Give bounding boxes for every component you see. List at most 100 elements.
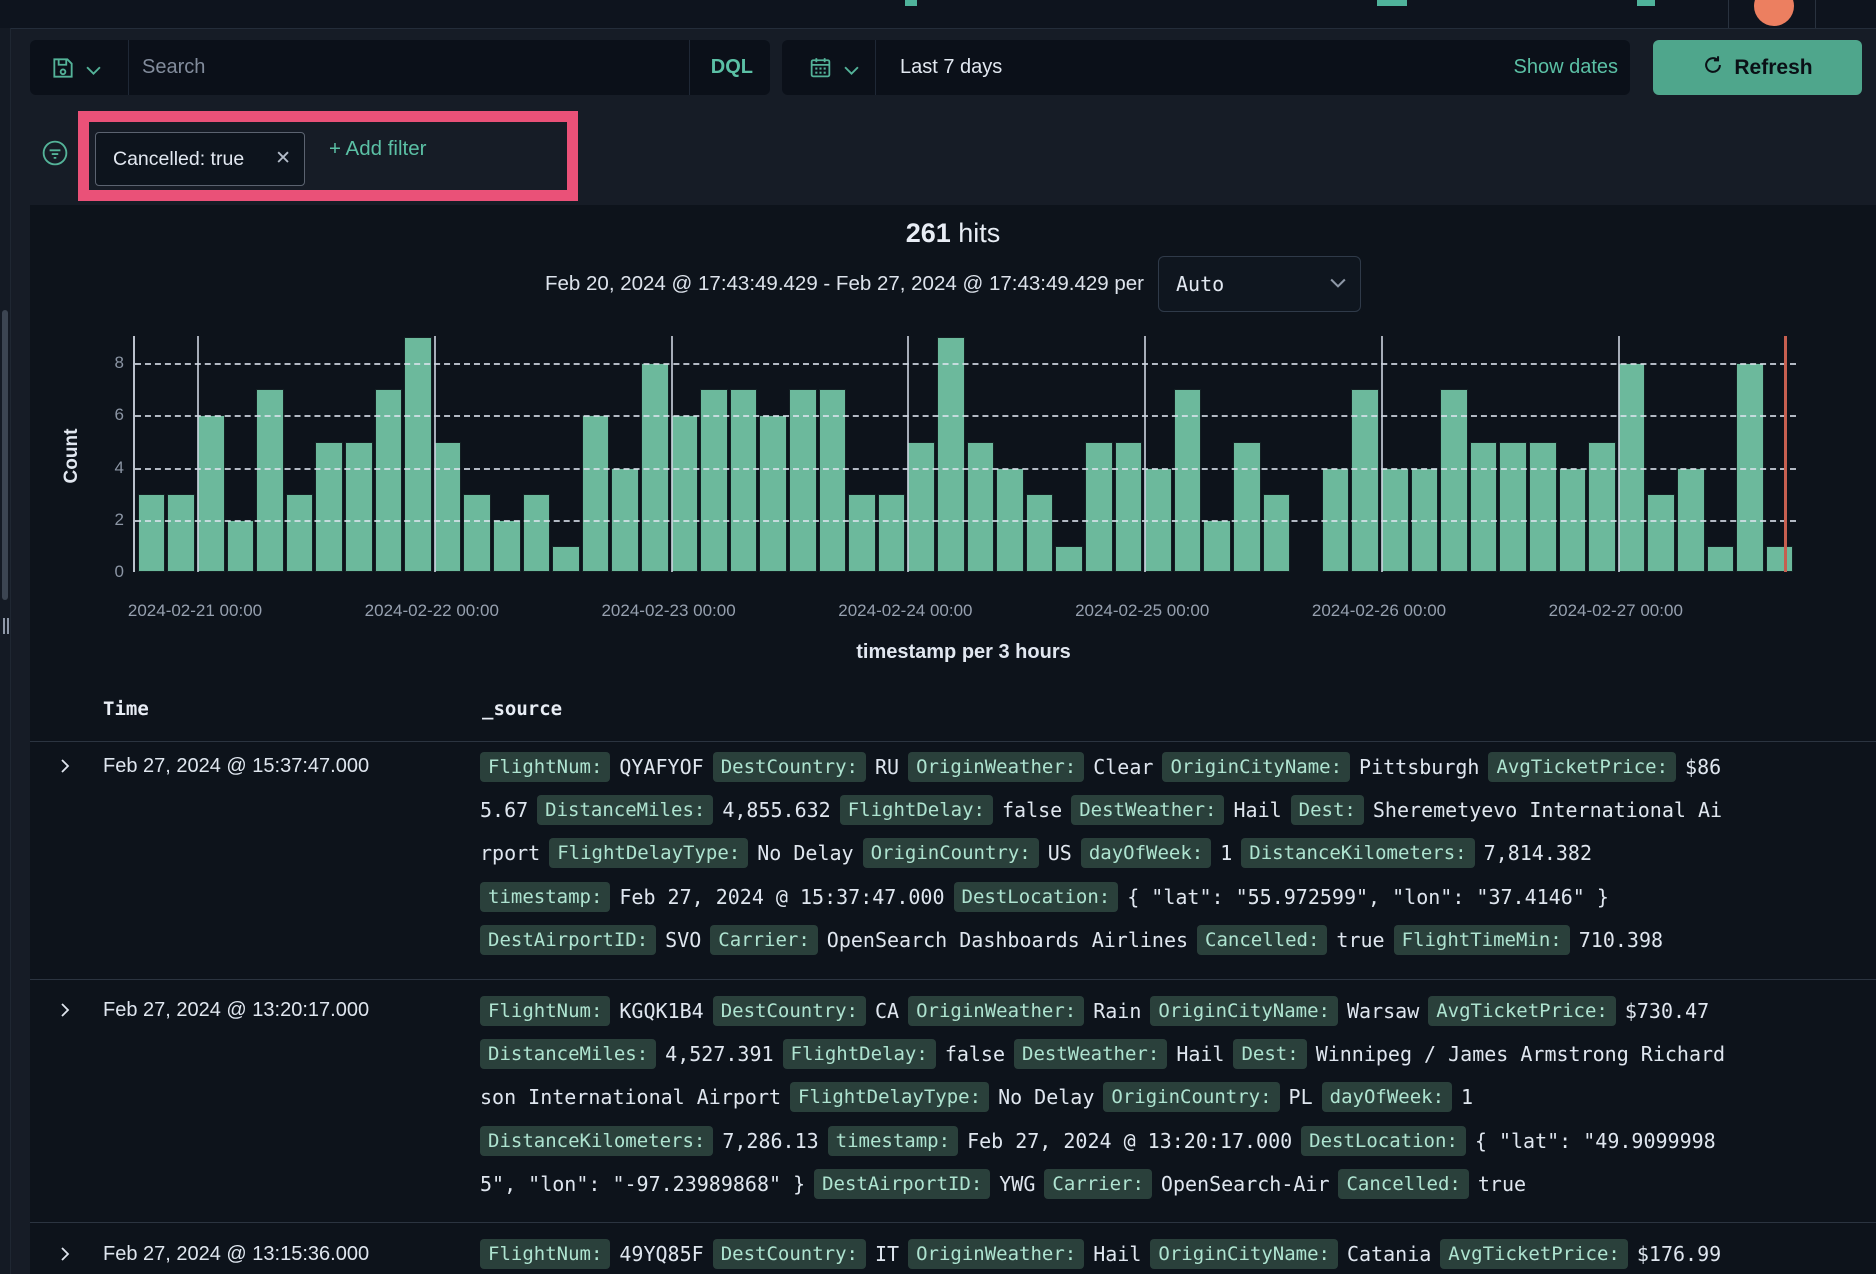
field-name-badge: DestAirportID:	[814, 1169, 990, 1199]
histogram-plot[interactable]	[133, 336, 1796, 572]
filter-funnel-icon[interactable]	[42, 140, 68, 171]
y-axis-title: Count	[61, 416, 83, 496]
histogram-bar[interactable]	[1470, 442, 1498, 572]
nav-accent-sliver	[905, 0, 917, 6]
field-value: 49YQ85F	[619, 1242, 703, 1266]
date-picker-chevron-down-icon[interactable]	[844, 63, 859, 81]
field-name-badge: FlightDelayType:	[790, 1082, 989, 1112]
histogram-bar[interactable]	[1203, 520, 1231, 572]
current-time-marker	[1784, 336, 1787, 572]
field-name-badge: AvgTicketPrice:	[1488, 752, 1676, 782]
histogram-bar[interactable]	[848, 494, 876, 572]
refresh-button[interactable]: Refresh	[1653, 40, 1862, 95]
row-source: FlightNum:49YQ85FDestCountry:ITOriginWea…	[480, 1233, 1876, 1274]
histogram-bar[interactable]	[227, 520, 255, 572]
field-name-badge: FlightNum:	[480, 1239, 610, 1269]
field-value: CA	[875, 999, 899, 1023]
field-name-badge: OriginWeather:	[908, 1239, 1084, 1269]
column-header-time[interactable]: Time	[103, 698, 149, 720]
field-name-badge: timestamp:	[480, 882, 610, 912]
histogram-bar[interactable]	[1707, 546, 1735, 572]
histogram-bar[interactable]	[345, 442, 373, 572]
histogram-bar[interactable]	[1026, 494, 1054, 572]
histogram-bar[interactable]	[315, 442, 343, 572]
nav-accent-sliver	[1637, 0, 1655, 6]
field-value: Sheremetyevo International Ai	[1373, 798, 1722, 822]
date-range-value[interactable]: Last 7 days	[900, 40, 1002, 95]
field-value: Hail	[1093, 1242, 1141, 1266]
gridline	[135, 415, 1796, 417]
field-value: No Delay	[757, 841, 853, 865]
filter-chip-cancelled-true[interactable]: Cancelled: true ✕	[95, 132, 305, 186]
day-boundary-line	[1144, 336, 1146, 572]
discover-app: Search DQL Last 7 days Show dates Refres…	[0, 0, 1876, 1274]
histogram-bar[interactable]	[138, 494, 166, 572]
time-range-text: Feb 20, 2024 @ 17:43:49.429 - Feb 27, 20…	[545, 272, 1144, 296]
save-query-chevron-down-icon[interactable]	[86, 63, 101, 81]
y-tick-label: 6	[90, 405, 124, 425]
histogram-bar[interactable]	[1115, 442, 1143, 572]
user-avatar[interactable]	[1754, 0, 1794, 26]
row-divider	[30, 979, 1876, 980]
expand-row-chevron-icon[interactable]	[57, 1246, 73, 1262]
histogram-bar[interactable]	[937, 337, 965, 572]
field-value: 7,286.13	[722, 1129, 818, 1153]
expand-row-chevron-icon[interactable]	[57, 1002, 73, 1018]
histogram-bar[interactable]	[759, 415, 787, 572]
field-value: OpenSearch Dashboards Airlines	[827, 928, 1188, 952]
histogram-bar[interactable]	[1647, 494, 1675, 572]
field-value: 1	[1461, 1085, 1473, 1109]
column-header-source[interactable]: _source	[482, 698, 562, 720]
histogram-bar[interactable]	[434, 442, 462, 572]
field-value: US	[1048, 841, 1072, 865]
histogram-bar[interactable]	[493, 520, 521, 572]
y-tick-label: 2	[90, 510, 124, 530]
histogram-bar[interactable]	[907, 442, 935, 572]
field-name-badge: OriginCountry:	[1103, 1082, 1279, 1112]
histogram-bar[interactable]	[671, 415, 699, 572]
add-filter-button[interactable]: + Add filter	[329, 137, 426, 161]
field-name-badge: FlightDelay:	[783, 1039, 936, 1069]
row-source: FlightNum:KGQK1B4DestCountry:CAOriginWea…	[480, 989, 1876, 1206]
histogram-bar[interactable]	[167, 494, 195, 572]
histogram-bar[interactable]	[967, 442, 995, 572]
sidebar-collapse-handle[interactable]	[3, 618, 11, 636]
scrollbar-thumb[interactable]	[2, 310, 8, 600]
histogram-bar[interactable]	[1263, 494, 1291, 572]
histogram-bar[interactable]	[1085, 442, 1113, 572]
histogram-bar[interactable]	[1499, 442, 1527, 572]
histogram-bar[interactable]	[1766, 546, 1794, 572]
field-value: Warsaw	[1347, 999, 1419, 1023]
histogram-bar[interactable]	[404, 337, 432, 572]
histogram-bar[interactable]	[523, 494, 551, 572]
field-name-badge: OriginCountry:	[863, 838, 1039, 868]
y-tick-label: 8	[90, 353, 124, 373]
interval-select[interactable]: Auto	[1158, 256, 1361, 312]
refresh-icon	[1702, 54, 1724, 82]
histogram-bar[interactable]	[582, 415, 610, 572]
field-name-badge: dayOfWeek:	[1322, 1082, 1452, 1112]
filter-chip-close-icon[interactable]: ✕	[275, 133, 291, 185]
refresh-label: Refresh	[1734, 56, 1812, 80]
calendar-icon[interactable]	[808, 55, 833, 85]
histogram-bar[interactable]	[552, 546, 580, 572]
save-query-icon[interactable]	[50, 55, 76, 86]
field-value: false	[1002, 798, 1062, 822]
histogram-bar[interactable]	[1588, 442, 1616, 572]
histogram-bar[interactable]	[197, 415, 225, 572]
expand-row-chevron-icon[interactable]	[57, 758, 73, 774]
search-input[interactable]: Search	[142, 40, 205, 95]
histogram-bar[interactable]	[878, 494, 906, 572]
histogram-bar[interactable]	[1529, 442, 1557, 572]
histogram-bar[interactable]	[1233, 442, 1261, 572]
field-value: 5.67	[480, 798, 528, 822]
histogram-bar[interactable]	[286, 494, 314, 572]
x-tick-label: 2024-02-21 00:00	[105, 601, 285, 621]
field-value: son International Airport	[480, 1085, 781, 1109]
field-name-badge: Dest:	[1233, 1039, 1306, 1069]
show-dates-button[interactable]: Show dates	[1513, 40, 1618, 95]
histogram-bar[interactable]	[1055, 546, 1083, 572]
histogram-bar[interactable]	[463, 494, 491, 572]
gridline	[135, 363, 1796, 365]
query-language-button[interactable]: DQL	[711, 40, 753, 95]
